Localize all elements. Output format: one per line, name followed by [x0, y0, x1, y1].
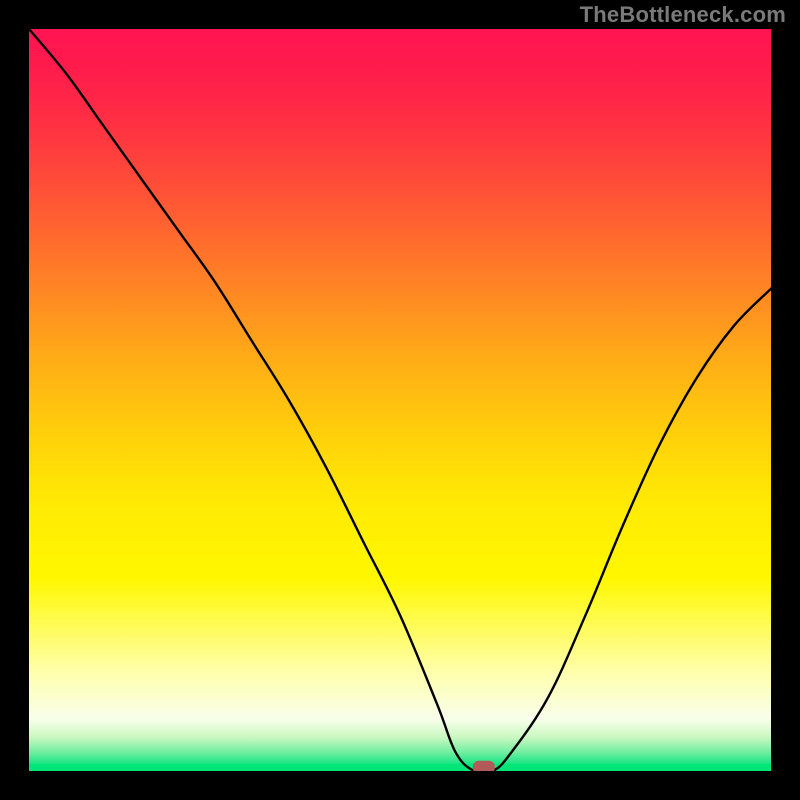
plot-area: [29, 29, 771, 771]
green-baseline-strip: [29, 764, 771, 771]
watermark-text: TheBottleneck.com: [580, 2, 786, 28]
chart-frame: TheBottleneck.com: [0, 0, 800, 800]
gradient-background: [29, 29, 771, 771]
bottleneck-chart: [29, 29, 771, 771]
optimal-point-marker: [473, 761, 495, 771]
